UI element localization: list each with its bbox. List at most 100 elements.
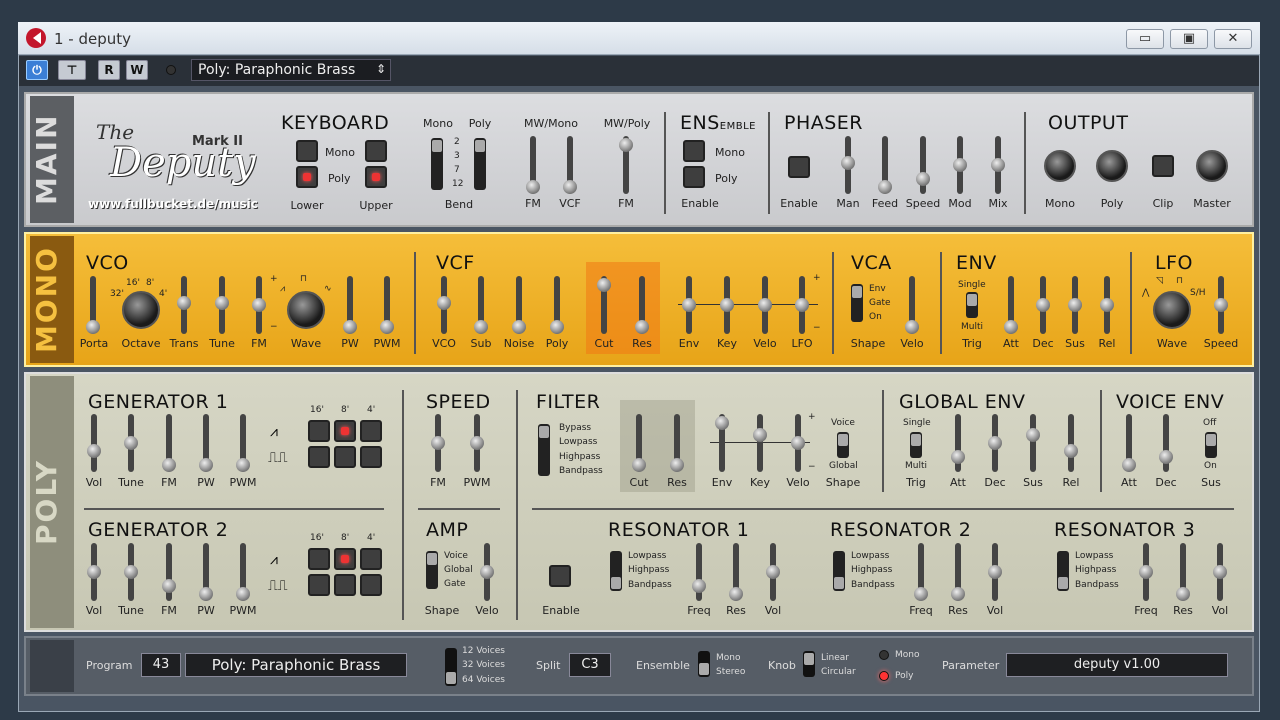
bend-poly-switch[interactable] <box>474 138 486 190</box>
env-sus-slider[interactable] <box>1068 276 1082 334</box>
filter-env-slider[interactable] <box>715 414 729 472</box>
filter-key-slider[interactable] <box>753 414 767 472</box>
phaser-speed-slider[interactable] <box>916 136 930 194</box>
amp-shape-switch[interactable] <box>426 551 438 589</box>
gen2-saw-16-button[interactable] <box>308 548 330 570</box>
res2-freq-slider[interactable] <box>914 543 928 601</box>
gen2-saw-8-button[interactable] <box>334 548 356 570</box>
power-button[interactable]: ⏻ <box>26 60 48 80</box>
minimize-button[interactable]: ▭ <box>1126 29 1164 49</box>
vco-wave-knob[interactable] <box>287 291 325 329</box>
gen2-pw-slider[interactable] <box>199 543 213 601</box>
vcf-res-slider[interactable] <box>635 276 649 334</box>
output-clip-button[interactable] <box>1152 155 1174 177</box>
gen2-pulse-8-button[interactable] <box>334 574 356 596</box>
filter-velo-slider[interactable] <box>791 414 805 472</box>
gen2-pulse-16-button[interactable] <box>308 574 330 596</box>
vcf-noise-slider[interactable] <box>512 276 526 334</box>
gen1-pwm-slider[interactable] <box>236 414 250 472</box>
filter-cut-slider[interactable] <box>632 414 646 472</box>
lfo-speed-slider[interactable] <box>1214 276 1228 334</box>
gen1-pulse-16-button[interactable] <box>308 446 330 468</box>
env-trig-switch[interactable] <box>966 292 978 318</box>
env-dec-slider[interactable] <box>1036 276 1050 334</box>
genv-dec-slider[interactable] <box>988 414 1002 472</box>
gen2-pwm-slider[interactable] <box>236 543 250 601</box>
res3-mode-switch[interactable] <box>1057 551 1069 591</box>
gen2-tune-slider[interactable] <box>124 543 138 601</box>
res1-res-slider[interactable] <box>729 543 743 601</box>
gen1-tune-slider[interactable] <box>124 414 138 472</box>
lfo-wave-knob[interactable] <box>1153 291 1191 329</box>
mw-mono-fm-slider[interactable] <box>526 136 540 194</box>
vcf-vco-slider[interactable] <box>437 276 451 334</box>
vco-fm-slider[interactable] <box>252 276 266 334</box>
vco-porta-slider[interactable] <box>86 276 100 334</box>
gen2-fm-slider[interactable] <box>162 543 176 601</box>
filter-res-slider[interactable] <box>670 414 684 472</box>
genv-att-slider[interactable] <box>951 414 965 472</box>
vcf-env-slider[interactable] <box>682 276 696 334</box>
vco-pwm-slider[interactable] <box>380 276 394 334</box>
preset-arrows-icon[interactable]: ⇕ <box>376 62 386 76</box>
res2-vol-slider[interactable] <box>988 543 1002 601</box>
vcf-lfo-slider[interactable] <box>795 276 809 334</box>
close-button[interactable]: ✕ <box>1214 29 1252 49</box>
bend-mono-switch[interactable] <box>431 138 443 190</box>
gen2-pulse-4-button[interactable] <box>360 574 382 596</box>
vcf-key-slider[interactable] <box>720 276 734 334</box>
res2-mode-switch[interactable] <box>833 551 845 591</box>
upper-mono-button[interactable] <box>365 140 387 162</box>
res2-res-slider[interactable] <box>951 543 965 601</box>
lower-poly-button[interactable] <box>296 166 318 188</box>
phaser-mix-slider[interactable] <box>991 136 1005 194</box>
res1-freq-slider[interactable] <box>692 543 706 601</box>
vcf-sub-slider[interactable] <box>474 276 488 334</box>
gen2-vol-slider[interactable] <box>87 543 101 601</box>
maximize-button[interactable]: ▣ <box>1170 29 1208 49</box>
preset-selector[interactable]: Poly: Paraphonic Brass ⇕ <box>191 59 391 81</box>
lower-mono-button[interactable] <box>296 140 318 162</box>
res3-vol-slider[interactable] <box>1213 543 1227 601</box>
ensemble-switch[interactable] <box>698 651 710 677</box>
gen1-saw-8-button[interactable] <box>334 420 356 442</box>
venv-att-slider[interactable] <box>1122 414 1136 472</box>
res3-freq-slider[interactable] <box>1139 543 1153 601</box>
instrument-icon[interactable]: ⊤ <box>58 60 86 80</box>
res3-res-slider[interactable] <box>1176 543 1190 601</box>
genv-sus-slider[interactable] <box>1026 414 1040 472</box>
knob-mode-switch[interactable] <box>803 651 815 677</box>
phaser-mod-slider[interactable] <box>953 136 967 194</box>
ens-poly-button[interactable] <box>683 166 705 188</box>
phaser-enable-button[interactable] <box>788 156 810 178</box>
genv-trig-switch[interactable] <box>910 432 922 458</box>
phaser-feed-slider[interactable] <box>878 136 892 194</box>
program-name[interactable]: Poly: Paraphonic Brass <box>185 653 407 677</box>
gen1-pulse-8-button[interactable] <box>334 446 356 468</box>
vco-tune-slider[interactable] <box>215 276 229 334</box>
amp-velo-slider[interactable] <box>480 543 494 601</box>
program-number[interactable]: 43 <box>141 653 181 677</box>
split-value[interactable]: C3 <box>569 653 611 677</box>
vca-shape-switch[interactable] <box>851 284 863 322</box>
env-rel-slider[interactable] <box>1100 276 1114 334</box>
output-mono-knob[interactable] <box>1044 150 1076 182</box>
vco-pw-slider[interactable] <box>343 276 357 334</box>
mw-poly-fm-slider[interactable] <box>619 136 633 194</box>
ens-mono-button[interactable] <box>683 140 705 162</box>
genv-rel-slider[interactable] <box>1064 414 1078 472</box>
mw-mono-vcf-slider[interactable] <box>563 136 577 194</box>
vcf-poly-slider[interactable] <box>550 276 564 334</box>
speed-pwm-slider[interactable] <box>470 414 484 472</box>
env-att-slider[interactable] <box>1004 276 1018 334</box>
gen1-pw-slider[interactable] <box>199 414 213 472</box>
vco-octave-knob[interactable] <box>122 291 160 329</box>
res1-vol-slider[interactable] <box>766 543 780 601</box>
vco-trans-slider[interactable] <box>177 276 191 334</box>
venv-dec-slider[interactable] <box>1159 414 1173 472</box>
voices-switch[interactable] <box>445 648 457 686</box>
phaser-man-slider[interactable] <box>841 136 855 194</box>
upper-poly-button[interactable] <box>365 166 387 188</box>
filter-shape-switch[interactable] <box>837 432 849 458</box>
filter-mode-switch[interactable] <box>538 424 550 476</box>
